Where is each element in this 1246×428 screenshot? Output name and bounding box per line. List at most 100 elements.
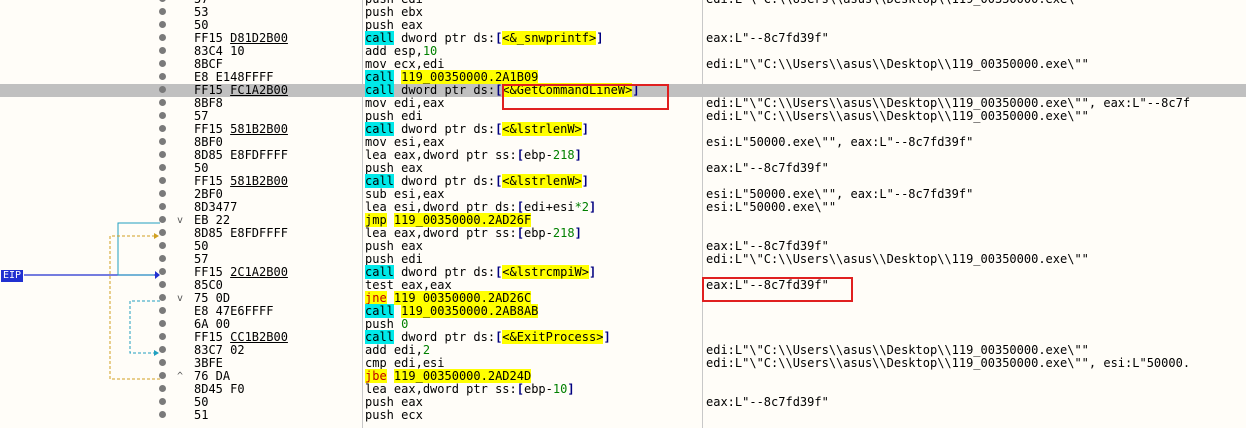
mnemonic: lea <box>365 382 387 396</box>
instruction-row[interactable]: 2BF0 sub esi,eax esi:L"50000.exe\"", eax:L… <box>0 188 1246 201</box>
mnemonic: call <box>365 330 394 344</box>
breakpoint-dot-icon[interactable] <box>159 255 166 262</box>
mnemonic: push <box>365 252 394 266</box>
operand: dword ptr ds:[<&lstrcmpiW>] <box>401 265 597 279</box>
breakpoint-dot-icon[interactable] <box>159 242 166 249</box>
breakpoint-dot-icon[interactable] <box>159 47 166 54</box>
highlight-box-eax-comment <box>702 277 853 302</box>
instruction-row[interactable]: 6A 00 push 0 <box>0 318 1246 331</box>
mnemonic: call <box>365 122 394 136</box>
breakpoint-dot-icon[interactable] <box>159 112 166 119</box>
breakpoint-dot-icon[interactable] <box>159 281 166 288</box>
breakpoint-dot-icon[interactable] <box>159 307 166 314</box>
operand: ecx,edi <box>393 57 445 71</box>
instruction-row[interactable]: v 75 0D jne 119_00350000.2AD26C <box>0 291 1246 305</box>
mnemonic: push <box>365 408 394 422</box>
breakpoint-dot-icon[interactable] <box>159 294 166 301</box>
breakpoint-dot-icon[interactable] <box>159 99 166 106</box>
breakpoint-dot-icon[interactable] <box>159 86 166 93</box>
instruction-row[interactable]: FF15 581B2B00 call dword ptr ds:[<&lstrle… <box>0 174 1246 188</box>
instruction-row[interactable]: 50 push eax eax:L"--8c7fd39f" <box>0 162 1246 175</box>
instruction-row[interactable]: 3BFE cmp edi,esi edi:L"\"C:\\Users\\asus\\… <box>0 357 1246 370</box>
mnemonic: test <box>365 278 394 292</box>
breakpoint-dot-icon[interactable] <box>159 177 166 184</box>
instruction-row[interactable]: FF15 D81D2B00 call dword ptr ds:[<&_snwpr… <box>0 31 1246 45</box>
instruction-row[interactable]: FF15 581B2B00 call dword ptr ds:[<&lstrle… <box>0 122 1246 136</box>
breakpoint-dot-icon[interactable] <box>159 372 166 379</box>
mnemonic: jne <box>365 291 387 305</box>
mnemonic: jbe <box>365 369 387 383</box>
instruction-row[interactable]: 8BF0 mov esi,eax esi:L"50000.exe\"", eax:L… <box>0 136 1246 149</box>
mnemonic: call <box>365 304 394 318</box>
breakpoint-dot-icon[interactable] <box>159 21 166 28</box>
instruction-row[interactable]: 8D85 E8FDFFFF lea eax,dword ptr ss:[ebp-2… <box>0 149 1246 162</box>
mnemonic: call <box>365 31 394 45</box>
disassembly-view[interactable]: EIP 57push ediedi:L"\"C:\\Users\\asus\\D… <box>0 0 1246 428</box>
operand: dword ptr ds:[<&_snwprintf>] <box>401 31 604 45</box>
comment: edi:L"\"C:\\Users\\asus\\Desktop\\119_00… <box>706 252 1089 266</box>
breakpoint-dot-icon[interactable] <box>159 125 166 132</box>
breakpoint-dot-icon[interactable] <box>159 268 166 275</box>
mnemonic: push <box>365 109 394 123</box>
instruction-text: push ecx <box>365 409 423 422</box>
instruction-list[interactable]: 57push ediedi:L"\"C:\\Users\\asus\\Deskt… <box>0 0 1246 422</box>
operand: 119_00350000.2AD26F <box>393 213 532 227</box>
mnemonic: call <box>365 265 394 279</box>
breakpoint-dot-icon[interactable] <box>159 229 166 236</box>
breakpoint-dot-icon[interactable] <box>159 73 166 80</box>
jump-direction-marker: ^ <box>177 371 184 382</box>
mnemonic: call <box>365 174 394 188</box>
mnemonic: jmp <box>365 213 387 227</box>
instruction-row[interactable]: FF15 2C1A2B00 call dword ptr ds:[<&lstrcm… <box>0 265 1246 279</box>
mnemonic: lea <box>365 200 387 214</box>
instruction-row[interactable]: 50 push eax <box>0 19 1246 32</box>
operand: 119_00350000.2AB8AB <box>401 304 539 318</box>
breakpoint-dot-icon[interactable] <box>159 320 166 327</box>
operand: 119_00350000.2AD24D <box>393 369 532 383</box>
breakpoint-dot-icon[interactable] <box>159 398 166 405</box>
breakpoint-dot-icon[interactable] <box>159 203 166 210</box>
breakpoint-dot-icon[interactable] <box>159 411 166 418</box>
comment: esi:L"50000.exe\"", eax:L"--8c7fd39f" <box>706 135 974 149</box>
breakpoint-dot-icon[interactable] <box>159 333 166 340</box>
breakpoint-dot-icon[interactable] <box>159 138 166 145</box>
breakpoint-dot-icon[interactable] <box>159 190 166 197</box>
instruction-row[interactable]: 51 push ecx <box>0 409 1246 422</box>
instruction-row[interactable]: 50 push eax eax:L"--8c7fd39f" <box>0 396 1246 409</box>
mnemonic: push <box>365 18 394 32</box>
operand: eax,dword ptr ss:[ebp-218] <box>393 226 582 240</box>
operand: eax,dword ptr ss:[ebp-218] <box>393 148 582 162</box>
breakpoint-dot-icon[interactable] <box>159 34 166 41</box>
instruction-row[interactable]: 85C0 test eax,eax eax:L"--8c7fd39f" <box>0 279 1246 292</box>
instruction-row[interactable]: 8D45 F0 lea eax,dword ptr ss:[ebp-10] <box>0 383 1246 396</box>
instruction-row[interactable]: ^ 76 DA jbe 119_00350000.2AD24D <box>0 369 1246 383</box>
breakpoint-dot-icon[interactable] <box>159 385 166 392</box>
mnemonic: push <box>365 395 394 409</box>
instruction-row[interactable]: 8BCF mov ecx,edi edi:L"\"C:\\Users\\asus\\… <box>0 58 1246 71</box>
breakpoint-dot-icon[interactable] <box>159 8 166 15</box>
mnemonic: add <box>365 44 387 58</box>
operand: edi,esi <box>393 356 445 370</box>
instruction-row[interactable]: 57push ediedi:L"\"C:\\Users\\asus\\Deskt… <box>0 253 1246 266</box>
instruction-row[interactable]: 53 push ebx <box>0 6 1246 19</box>
breakpoint-dot-icon[interactable] <box>159 359 166 366</box>
mnemonic: sub <box>365 187 387 201</box>
instruction-row[interactable]: E8 47E6FFFF call 119_00350000.2AB8AB <box>0 304 1246 318</box>
breakpoint-dot-icon[interactable] <box>159 216 166 223</box>
instruction-row[interactable]: v EB 22 jmp 119_00350000.2AD26F <box>0 213 1246 227</box>
breakpoint-dot-icon[interactable] <box>159 0 166 2</box>
comment: eax:L"--8c7fd39f" <box>706 161 829 175</box>
breakpoint-dot-icon[interactable] <box>159 164 166 171</box>
instruction-row[interactable]: 8D85 E8FDFFFF lea eax,dword ptr ss:[ebp-2… <box>0 227 1246 240</box>
operand: eax,dword ptr ss:[ebp-10] <box>393 382 575 396</box>
breakpoint-dot-icon[interactable] <box>159 60 166 67</box>
operand: dword ptr ds:[<&lstrlenW>] <box>401 122 590 136</box>
operand: eax <box>401 18 423 32</box>
breakpoint-dot-icon[interactable] <box>159 151 166 158</box>
instruction-row[interactable]: 8D3477 lea esi,dword ptr ds:[edi+esi*2] es… <box>0 201 1246 214</box>
mnemonic: mov <box>365 96 387 110</box>
operand: esp,10 <box>393 44 438 58</box>
operand: dword ptr ds:[<&ExitProcess>] <box>401 330 611 344</box>
breakpoint-dot-icon[interactable] <box>159 346 166 353</box>
instruction-row[interactable]: 57push ediedi:L"\"C:\\Users\\asus\\Deskt… <box>0 110 1246 123</box>
